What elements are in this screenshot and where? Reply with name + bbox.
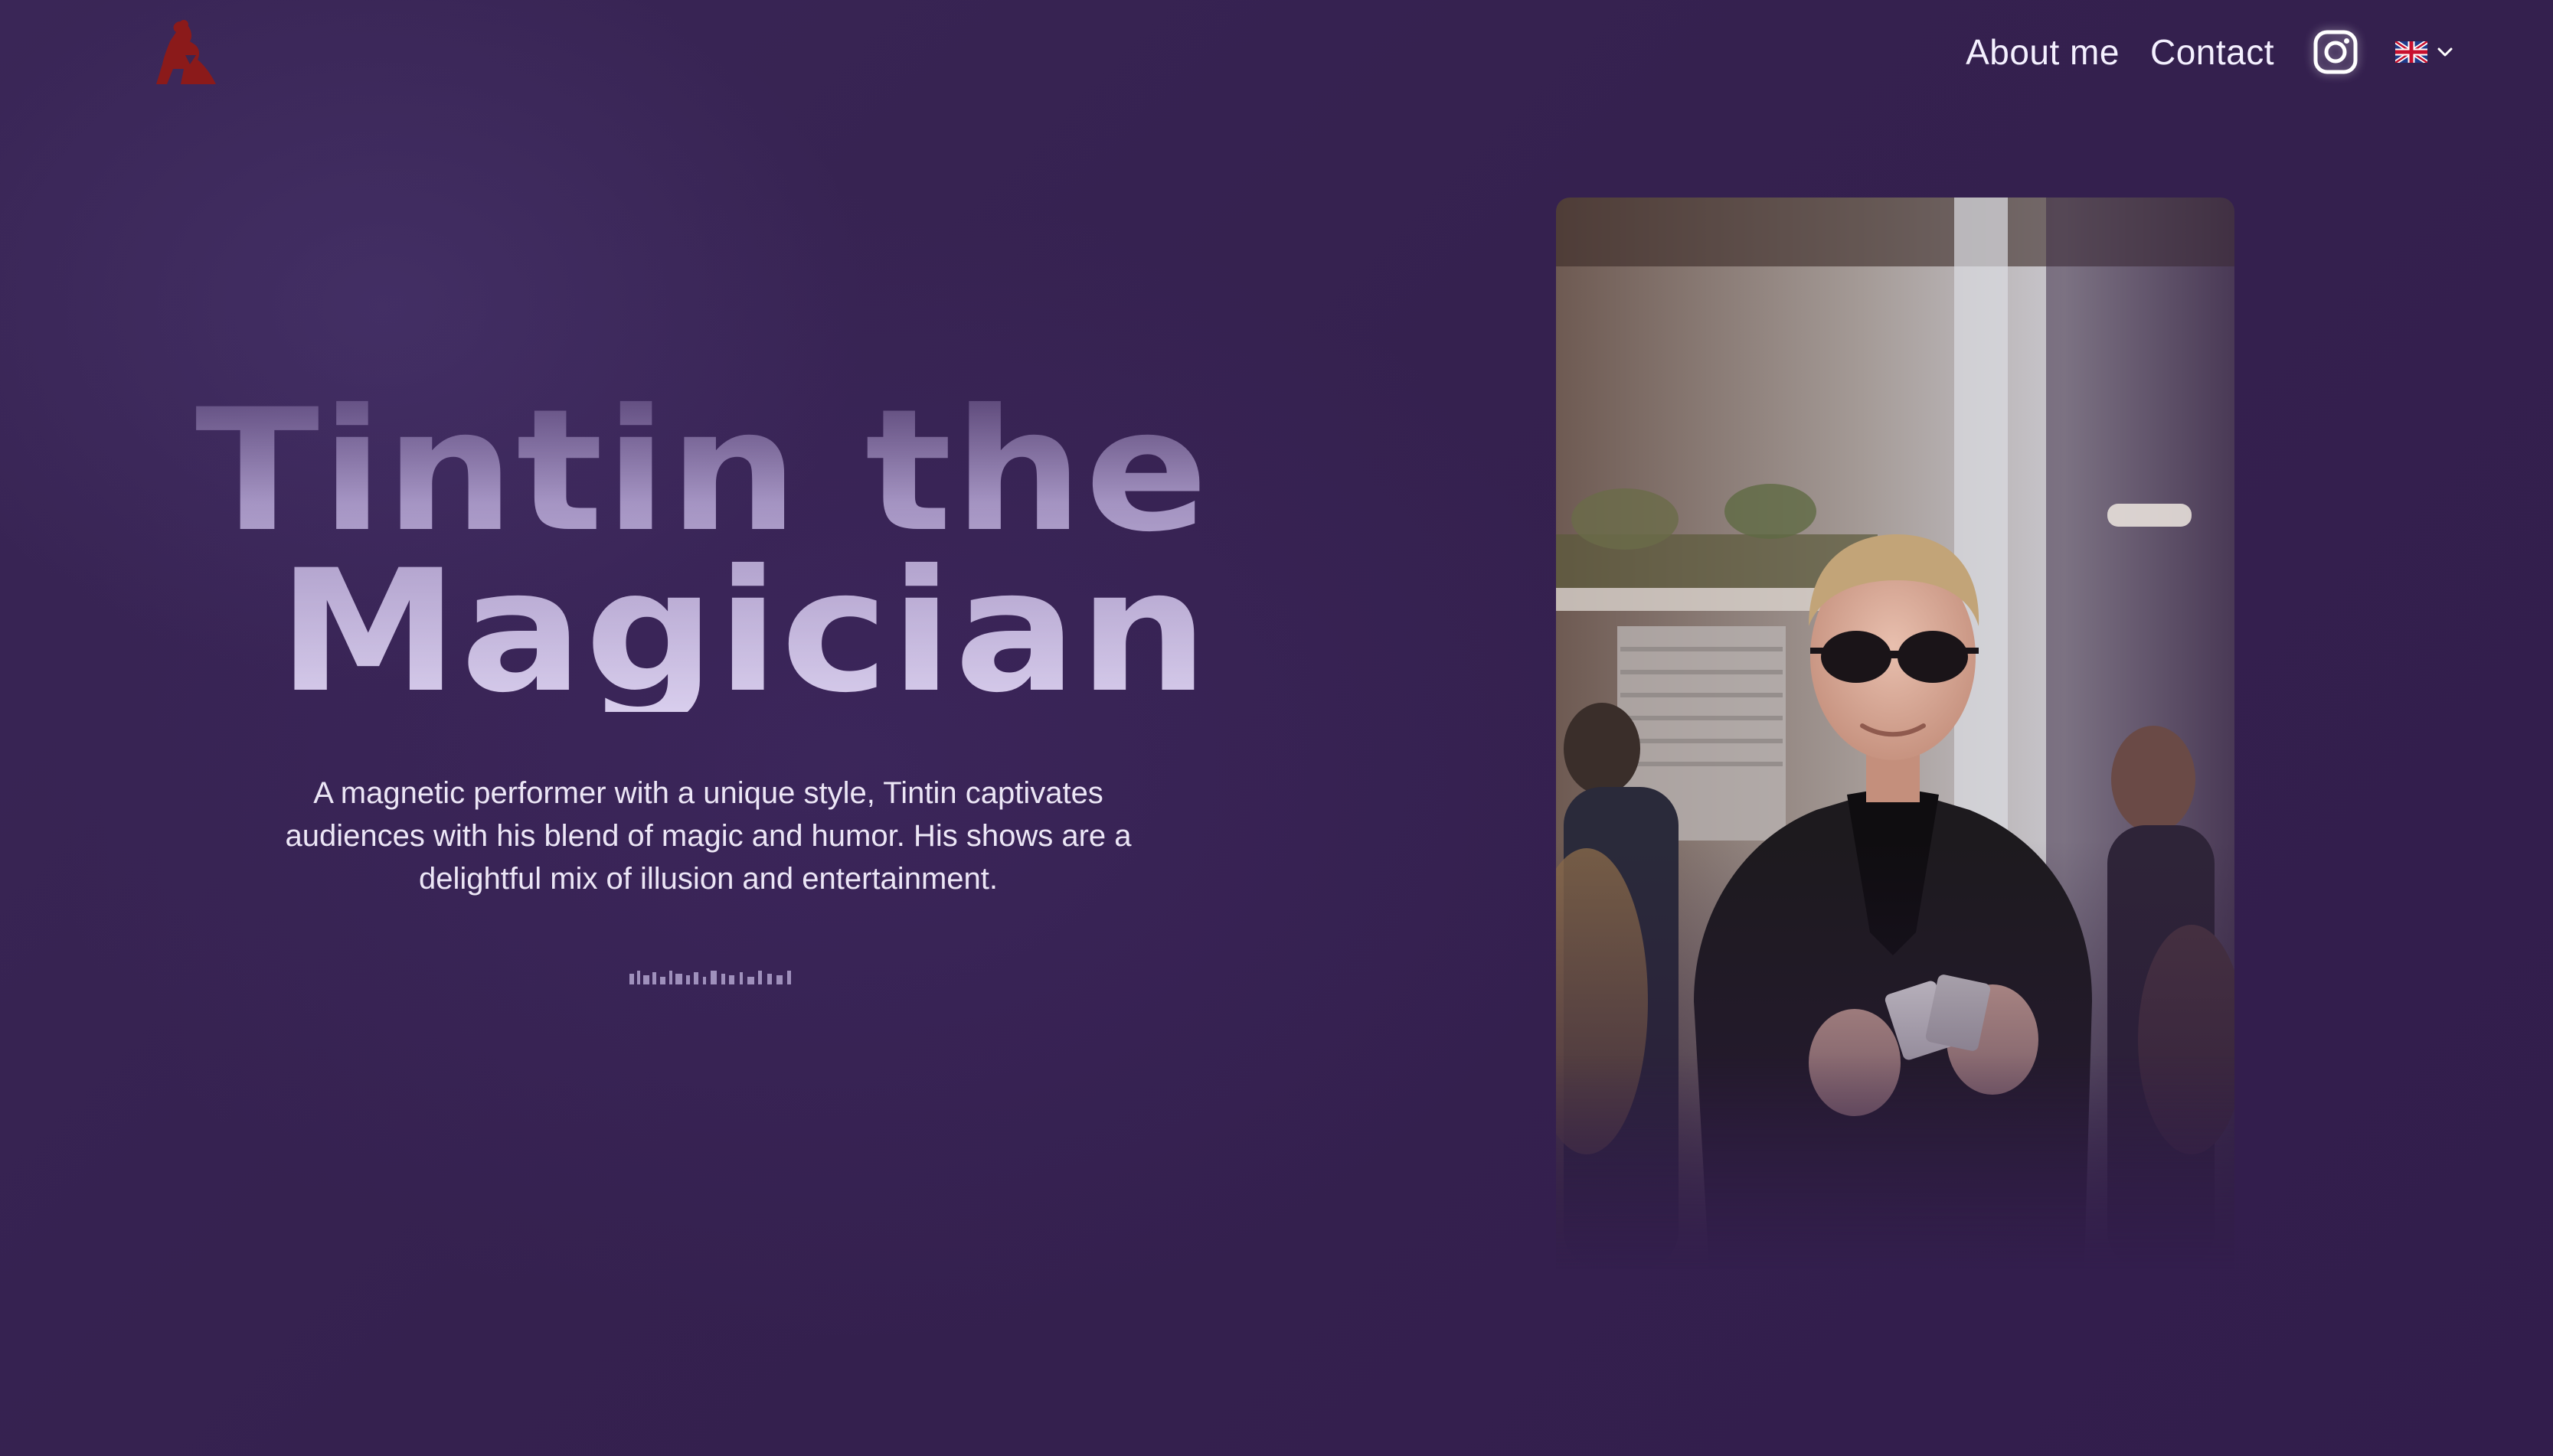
- nav-about-link[interactable]: About me: [1966, 31, 2120, 73]
- uk-flag-icon: [2395, 41, 2427, 63]
- site-header: About me Contact: [0, 0, 2553, 107]
- nav-contact-link[interactable]: Contact: [2150, 31, 2274, 73]
- instagram-icon[interactable]: [2313, 29, 2359, 75]
- hero-title-line1: Tintin the: [194, 373, 1211, 569]
- magician-hat-logo-icon[interactable]: [150, 18, 219, 89]
- language-selector[interactable]: [2395, 41, 2453, 63]
- hero-description: A magnetic performer with a unique style…: [285, 776, 1132, 896]
- scrambled-text-animation: [629, 971, 791, 984]
- hero-title: Tintin the Magician: [126, 390, 1210, 712]
- main-nav: About me Contact: [1966, 21, 2453, 83]
- photo-illustration: [1556, 198, 2234, 1269]
- hero-title-line2: Magician: [277, 534, 1211, 730]
- chevron-down-icon: [2437, 47, 2453, 57]
- magician-portrait-photo: [1556, 198, 2234, 1269]
